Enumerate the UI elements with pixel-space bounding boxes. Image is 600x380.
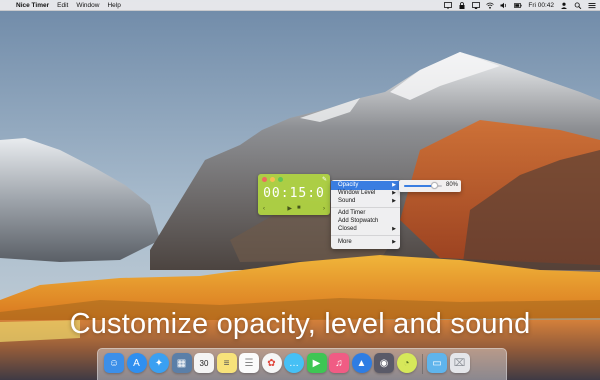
menu-item-label: Closed xyxy=(338,226,357,232)
edit-pencil-icon[interactable]: ✎ xyxy=(322,176,327,183)
menu-clock[interactable]: Fri 00:42 xyxy=(528,0,554,11)
menu-item-sound[interactable]: Sound ▶ xyxy=(331,197,400,206)
volume-icon[interactable] xyxy=(500,2,508,9)
timer-controls: ‹ ▶ ■ › xyxy=(258,205,330,212)
reminders-icon[interactable]: ☰ xyxy=(239,353,259,373)
music-icon[interactable]: ♫ xyxy=(329,353,349,373)
close-window-button[interactable] xyxy=(262,177,267,182)
zoom-window-button[interactable] xyxy=(278,177,283,182)
window-controls xyxy=(262,177,283,182)
chevron-left-icon[interactable]: ‹ xyxy=(263,206,265,212)
notes-icon[interactable]: ≡ xyxy=(216,353,237,373)
menu-window[interactable]: Window xyxy=(76,0,99,11)
menu-help[interactable]: Help xyxy=(107,0,120,11)
notification-center-icon[interactable] xyxy=(588,2,596,9)
promo-caption: Customize opacity, level and sound xyxy=(69,308,531,340)
user-icon[interactable] xyxy=(560,2,568,9)
chevron-right-icon[interactable]: › xyxy=(323,206,325,212)
timer-widget[interactable]: ✎ 00:15:0 ‹ ▶ ■ › xyxy=(258,174,330,215)
submenu-arrow-icon: ▶ xyxy=(392,226,396,232)
screen-mirror-icon[interactable] xyxy=(472,1,481,9)
safari-icon[interactable]: ✦ xyxy=(149,353,169,373)
menu-item-label: Window Level xyxy=(338,190,376,196)
app-store-icon[interactable]: A xyxy=(126,353,147,373)
battery-icon[interactable] xyxy=(514,2,522,9)
timer-display: 00:15:0 xyxy=(263,186,325,201)
calendar-icon[interactable]: 30 xyxy=(194,353,214,373)
dock-separator xyxy=(422,354,423,374)
wifi-icon[interactable] xyxy=(486,2,495,9)
messages-icon[interactable]: … xyxy=(284,353,304,373)
menu-separator xyxy=(331,235,400,236)
submenu-arrow-icon: ▶ xyxy=(392,239,396,245)
photo-booth-icon[interactable]: ◉ xyxy=(374,353,394,373)
lock-icon[interactable] xyxy=(458,1,466,9)
submenu-arrow-icon: ▶ xyxy=(392,198,396,204)
minimize-window-button[interactable] xyxy=(270,177,275,182)
menu-item-more[interactable]: More ▶ xyxy=(331,238,400,247)
menu-item-label: Add Stopwatch xyxy=(338,218,379,224)
launchpad-icon[interactable]: ▲ xyxy=(351,353,372,373)
opacity-slider-fill xyxy=(404,185,435,187)
menu-app-name[interactable]: Nice Timer xyxy=(16,0,49,11)
play-icon[interactable]: ▶ xyxy=(287,205,292,212)
opacity-submenu: 80% xyxy=(399,180,461,192)
preview-icon[interactable]: ▦ xyxy=(171,353,192,373)
menu-item-closed[interactable]: Closed ▶ xyxy=(331,225,400,234)
opacity-slider-knob[interactable] xyxy=(430,182,438,189)
opacity-value: 80% xyxy=(445,182,458,188)
finder-icon[interactable]: ☺ xyxy=(104,353,124,373)
spotlight-icon[interactable] xyxy=(574,2,582,9)
downloads-folder-icon[interactable]: ▭ xyxy=(427,353,447,373)
photos-icon[interactable]: ✿ xyxy=(261,353,282,373)
menu-bar: Nice Timer Edit Window Help Fri 00:42 xyxy=(0,0,600,11)
menu-item-label: More xyxy=(338,239,352,245)
facetime-icon[interactable]: ▶ xyxy=(306,353,327,373)
menu-edit[interactable]: Edit xyxy=(57,0,68,11)
menu-item-label: Opacity xyxy=(338,182,359,188)
stop-icon[interactable]: ■ xyxy=(297,205,301,212)
context-menu: Opacity ▶ Window Level ▶ Sound ▶ Add Tim… xyxy=(331,180,400,249)
nice-timer-icon[interactable]: ◔ xyxy=(396,353,417,373)
menu-separator xyxy=(331,207,400,208)
dock: ☺ A ✦ ▦ 30 ≡ ☰ ✿… ▶ ♫ ▲ ◉ ◔ ▭ ⌧ xyxy=(97,348,507,380)
display-icon[interactable] xyxy=(444,1,453,9)
menu-item-label: Add Timer xyxy=(338,210,366,216)
trash-icon[interactable]: ⌧ xyxy=(449,353,470,373)
menu-item-label: Sound xyxy=(338,198,356,204)
